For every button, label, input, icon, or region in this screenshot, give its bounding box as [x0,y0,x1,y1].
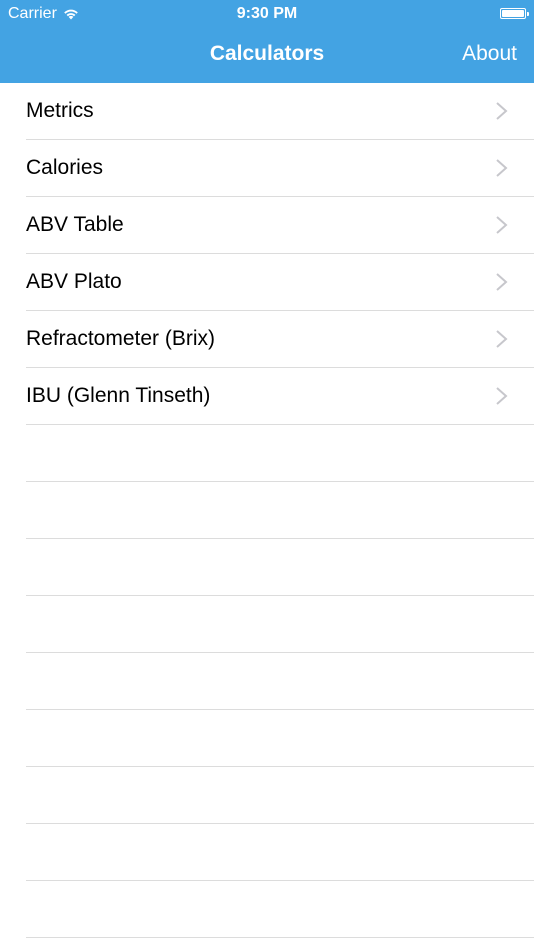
chevron-right-icon [496,159,508,177]
empty-row [26,767,534,824]
battery-icon [500,8,529,19]
chevron-right-icon [496,102,508,120]
about-button[interactable]: About [462,42,517,66]
list-item-abv-plato[interactable]: ABV Plato [26,254,534,311]
list-item-refractometer[interactable]: Refractometer (Brix) [26,311,534,368]
list-item-label: IBU (Glenn Tinseth) [26,384,211,407]
page-title: Calculators [209,42,325,65]
chevron-right-icon [496,387,508,405]
list-item-abv-table[interactable]: ABV Table [26,197,534,254]
list-item-label: ABV Table [26,213,124,236]
list-item-label: Metrics [26,99,94,122]
battery-tip [527,12,529,16]
calculator-list: Metrics Calories ABV Table ABV Plato Ref… [0,83,534,938]
list-item-calories[interactable]: Calories [26,140,534,197]
chevron-right-icon [496,330,508,348]
chevron-right-icon [496,273,508,291]
empty-row [26,710,534,767]
empty-row [26,653,534,710]
status-bar: Carrier 9:30 PM [0,0,534,28]
empty-row [26,824,534,881]
empty-row [26,482,534,539]
empty-row [26,881,534,938]
list-item-label: ABV Plato [26,270,122,293]
empty-row [26,539,534,596]
list-item-ibu[interactable]: IBU (Glenn Tinseth) [26,368,534,425]
navigation-bar: Carrier 9:30 PM Calculators About [0,0,534,83]
list-item-metrics[interactable]: Metrics [26,83,534,140]
status-time: 9:30 PM [236,5,298,22]
list-item-label: Calories [26,156,104,179]
empty-row [26,425,534,482]
battery-fill [502,10,524,17]
chevron-right-icon [496,216,508,234]
list-item-label: Refractometer (Brix) [26,327,216,350]
empty-row [26,596,534,653]
